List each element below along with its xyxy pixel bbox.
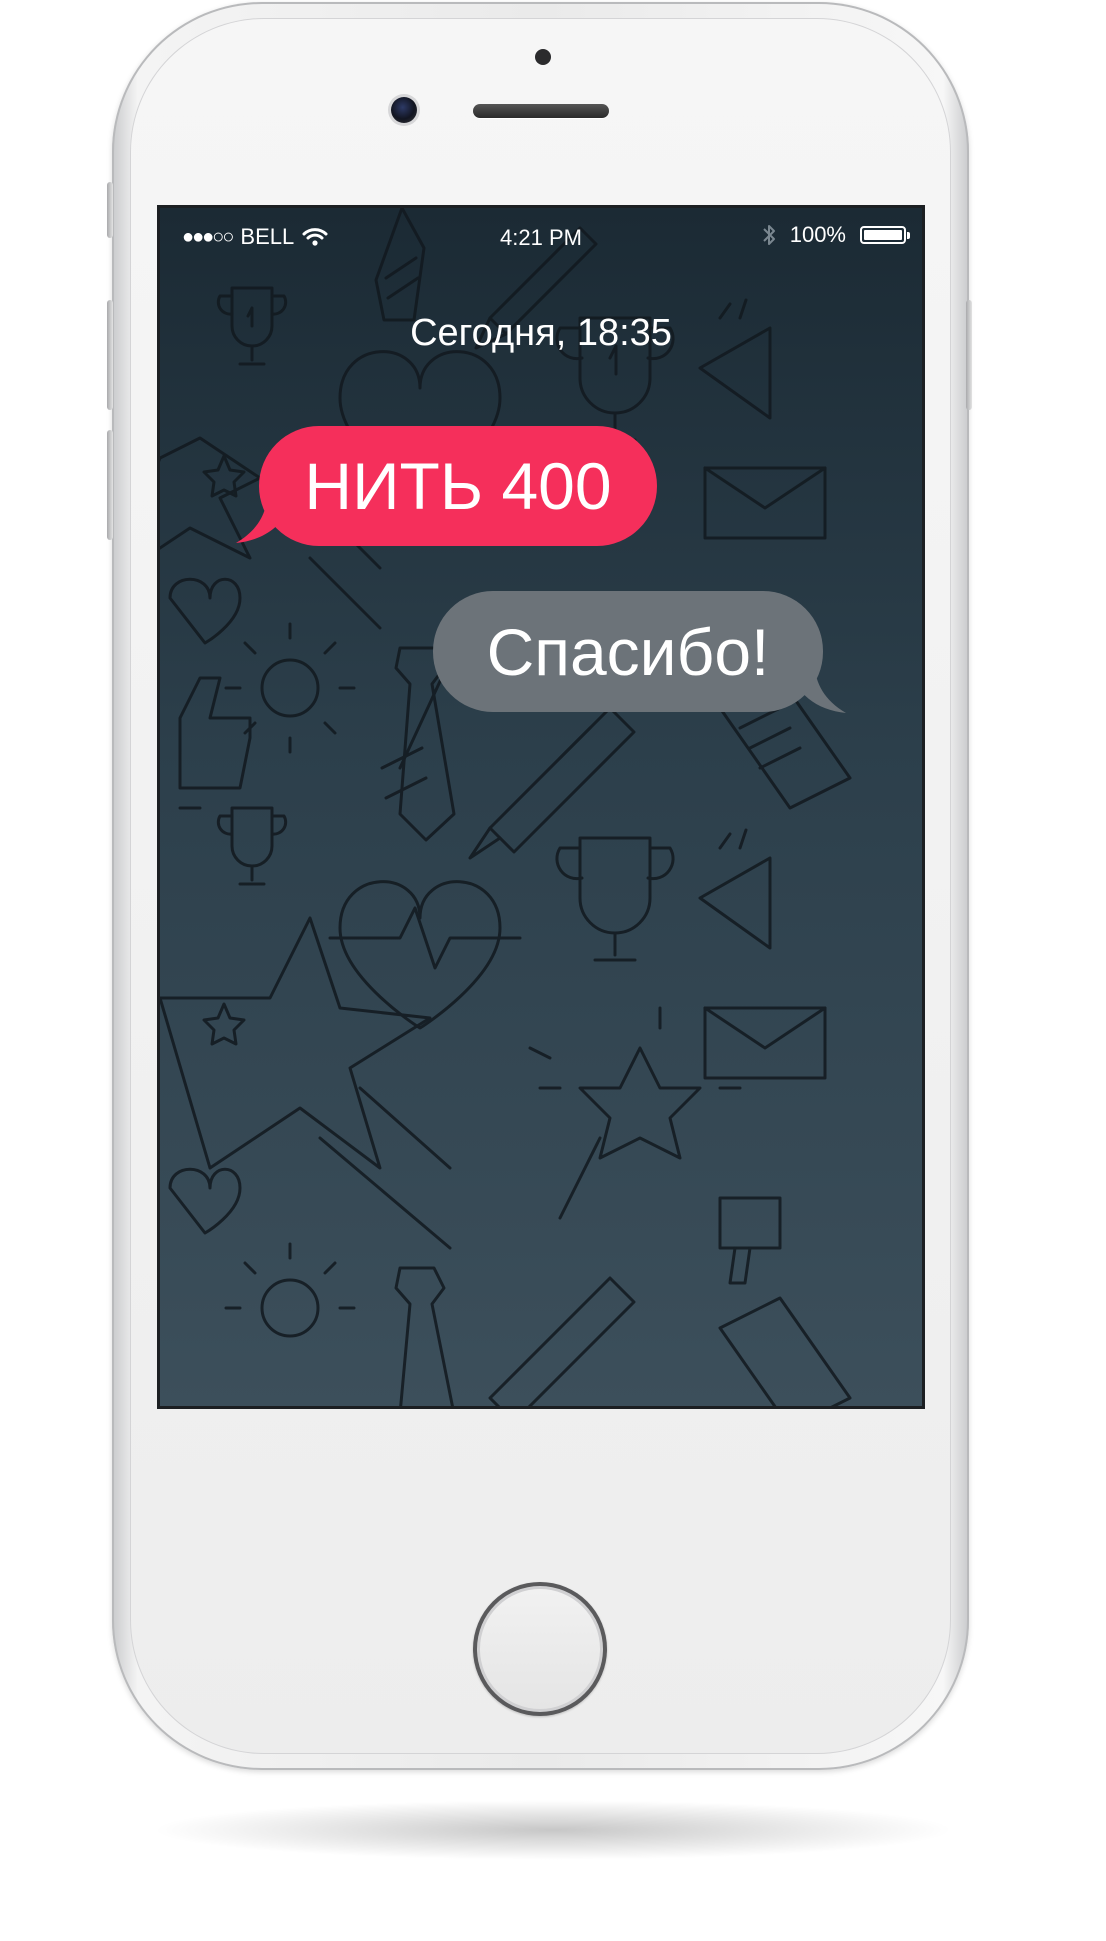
sun-icon <box>224 1242 356 1338</box>
tie-icon <box>394 1266 454 1406</box>
thumbs-up-icon <box>178 676 252 810</box>
device-shadow <box>150 1800 956 1860</box>
bluetooth-icon <box>763 225 775 245</box>
background-pattern <box>160 208 852 1406</box>
heart-icon <box>328 880 522 1030</box>
envelope-icon <box>703 466 827 540</box>
magic-wand-icon <box>528 1006 742 1220</box>
heart-icon <box>168 1167 242 1235</box>
pen-icon <box>488 1276 636 1406</box>
phone-screen: ●●●○○ BELL 4:21 PM 100% Сегодня, 18:35 Н… <box>160 208 922 1406</box>
pen-icon <box>468 706 636 860</box>
status-right: 100% <box>762 222 910 248</box>
volume-up-button <box>107 300 113 410</box>
document-icon <box>718 1296 852 1406</box>
message-text: НИТЬ 400 <box>304 449 612 523</box>
mute-switch <box>107 182 113 238</box>
home-button[interactable] <box>473 1582 607 1716</box>
message-text: Спасибо! <box>486 614 770 689</box>
status-bar: ●●●○○ BELL 4:21 PM 100% <box>160 208 922 264</box>
star-icon <box>160 916 432 1170</box>
proximity-sensor <box>535 49 551 65</box>
envelope-icon <box>703 1006 827 1080</box>
sun-icon <box>224 622 356 754</box>
megaphone-icon <box>698 828 772 950</box>
volume-down-button <box>107 430 113 540</box>
message-bubble-outgoing[interactable]: НИТЬ 400 <box>259 426 657 546</box>
battery-percent: 100% <box>789 222 846 247</box>
heart-icon <box>168 577 242 645</box>
message-bubble-incoming[interactable]: Спасибо! <box>433 591 823 712</box>
trophy-icon <box>555 836 675 962</box>
battery-icon <box>860 226 910 244</box>
power-button <box>966 300 972 410</box>
front-camera <box>391 97 417 123</box>
trophy-icon <box>216 806 288 886</box>
battery-fill <box>864 230 902 240</box>
earpiece-speaker <box>473 104 609 118</box>
megaphone-icon <box>718 1196 782 1285</box>
conversation-date: Сегодня, 18:35 <box>410 312 672 354</box>
